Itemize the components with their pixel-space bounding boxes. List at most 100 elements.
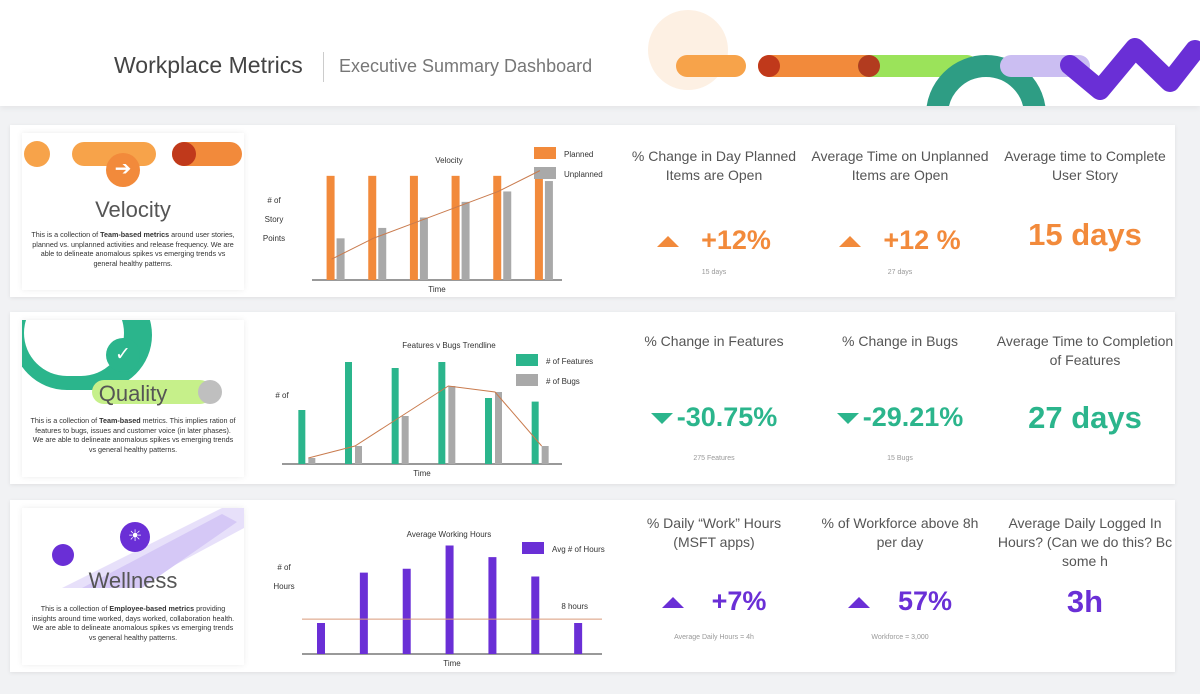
legend-label: Planned bbox=[564, 150, 593, 159]
page-title: Workplace Metrics bbox=[114, 52, 303, 78]
legend-label: Unplanned bbox=[564, 170, 603, 179]
metric-label: Average time to Complete User Story bbox=[1004, 148, 1166, 183]
wellness-title: Wellness bbox=[88, 568, 178, 593]
metric-note: Workforce = 3,000 bbox=[871, 634, 929, 641]
metric-value: 27 days bbox=[1028, 400, 1142, 435]
bar--of-bugs bbox=[541, 446, 549, 464]
legend-label: # of Features bbox=[546, 357, 593, 366]
metric-bugs: % Change in Bugs -29.21% 15 Bugs bbox=[810, 312, 990, 484]
metric-label: % of Workforce above 8h per day bbox=[821, 515, 979, 550]
velocity-row: ➔ Velocity This is a collection of Team-… bbox=[10, 125, 1175, 297]
metric-note: 275 Features bbox=[693, 455, 735, 462]
triangle-up-icon bbox=[839, 236, 862, 248]
wellness-chart: Average Working Hours Time # of Hours Avg # … bbox=[244, 500, 624, 672]
metric-workforce-above-8h: % of Workforce above 8h per day 57% Work… bbox=[810, 500, 990, 672]
header-bar: Workplace Metrics Executive Summary Dash… bbox=[0, 0, 1200, 106]
bar--of-bugs bbox=[355, 446, 362, 464]
legend-swatch bbox=[534, 147, 556, 159]
metric-label: % Change in Features bbox=[644, 333, 784, 349]
title-divider bbox=[323, 52, 324, 82]
bar--of-bugs bbox=[448, 386, 456, 464]
bar--of-features bbox=[391, 368, 399, 464]
bar-planned bbox=[451, 175, 460, 280]
metric-label: Average Daily Logged In Hours? (Can we d… bbox=[997, 515, 1173, 569]
legend-swatch bbox=[522, 542, 544, 554]
bar--of-features bbox=[531, 401, 539, 464]
legend-swatch bbox=[516, 374, 538, 386]
triangle-up-icon bbox=[657, 236, 680, 248]
bar--of-features bbox=[438, 362, 446, 464]
header-decoration bbox=[640, 0, 1200, 106]
y-axis-label: Hours bbox=[273, 582, 294, 591]
bar--of-bugs bbox=[495, 392, 502, 464]
metric-label: % Change in Bugs bbox=[842, 333, 958, 349]
y-axis-label: # of bbox=[267, 196, 281, 205]
page-subtitle: Executive Summary Dashboard bbox=[339, 56, 593, 76]
legend-swatch bbox=[534, 167, 556, 179]
bar-avg-of-hours bbox=[402, 568, 411, 654]
metric-value: -30.75% bbox=[624, 402, 804, 433]
quality-card: ✓ Quality This is a collection of Team-b… bbox=[22, 320, 244, 477]
metric-value: 15 days bbox=[1028, 217, 1142, 252]
bar-unplanned bbox=[336, 238, 345, 280]
metric-value: +12% bbox=[624, 225, 804, 256]
triangle-up-icon bbox=[661, 597, 684, 609]
quality-row: ✓ Quality This is a collection of Team-b… bbox=[10, 312, 1175, 484]
metric-value: 57% bbox=[810, 586, 990, 617]
metric-value: +7% bbox=[624, 586, 804, 617]
bar-unplanned bbox=[503, 191, 512, 280]
metric-value: +12 % bbox=[810, 225, 990, 256]
legend-swatch bbox=[516, 354, 538, 366]
bar-unplanned bbox=[461, 201, 470, 280]
metric-note: 15 days bbox=[701, 269, 727, 276]
metric-work-hours: % Daily “Work” Hours (MSFT apps) +7% Ave… bbox=[624, 500, 804, 672]
legend-label: Avg # of Hours bbox=[552, 545, 605, 554]
x-axis-label: Time bbox=[413, 469, 431, 478]
x-axis-label: Time bbox=[428, 285, 446, 294]
legend-label: # of Bugs bbox=[546, 377, 580, 386]
metric-value: -29.21% bbox=[810, 402, 990, 433]
bar--of-features bbox=[298, 410, 306, 464]
metric-value: 3h bbox=[1066, 584, 1104, 619]
metric-completion-features: Average Time to Completion of Features 2… bbox=[995, 312, 1175, 484]
bar-planned bbox=[326, 175, 335, 280]
metric-note: 27 days bbox=[887, 269, 913, 276]
bar--of-bugs bbox=[308, 458, 316, 464]
velocity-title: Velocity bbox=[95, 197, 171, 222]
bar-planned bbox=[409, 175, 418, 280]
chart-title: Average Working Hours bbox=[407, 530, 492, 539]
triangle-down-icon bbox=[836, 413, 859, 425]
wellness-card: ☀ Wellness This is a collection of Emplo… bbox=[22, 508, 244, 665]
bar--of-bugs bbox=[401, 416, 409, 464]
sun-icon: ☀ bbox=[120, 522, 150, 552]
wellness-description: This is a collection of Employee-based m… bbox=[31, 604, 235, 642]
velocity-description: This is a collection of Team-based metri… bbox=[31, 230, 235, 268]
bar-planned bbox=[368, 175, 377, 280]
wellness-row: ☀ Wellness This is a collection of Emplo… bbox=[10, 500, 1175, 672]
y-axis-label: # of bbox=[277, 563, 291, 572]
checkmark-icon: ✓ bbox=[106, 338, 140, 372]
metric-planned-items: % Change in Day Planned Items are Open +… bbox=[624, 125, 804, 297]
triangle-up-icon bbox=[847, 597, 870, 609]
bar-avg-of-hours bbox=[531, 576, 540, 654]
bar-avg-of-hours bbox=[317, 623, 325, 654]
metric-label: % Change in Day Planned Items are Open bbox=[631, 148, 797, 183]
bar-planned bbox=[534, 175, 543, 280]
reference-line-label: 8 hours bbox=[561, 602, 588, 611]
bar-avg-of-hours bbox=[359, 572, 368, 654]
quality-description: This is a collection of Team-based metri… bbox=[30, 416, 236, 454]
quality-chart: Features v Bugs Trendline Time # of # of Fe… bbox=[244, 312, 624, 484]
metric-label: Average Time on Unplanned Items are Open bbox=[811, 148, 989, 183]
metric-note: 15 Bugs bbox=[887, 455, 913, 462]
bar--of-features bbox=[485, 398, 492, 464]
x-axis-label: Time bbox=[443, 659, 461, 668]
chart-title: Features v Bugs Trendline bbox=[402, 341, 496, 350]
metric-logged-hours: Average Daily Logged In Hours? (Can we d… bbox=[995, 500, 1175, 672]
triangle-down-icon bbox=[650, 413, 673, 425]
bar-unplanned bbox=[544, 181, 553, 280]
bar-unplanned bbox=[419, 217, 428, 280]
metric-features: % Change in Features -30.75% 275 Feature… bbox=[624, 312, 804, 484]
arrow-right-icon: ➔ bbox=[106, 153, 140, 187]
y-axis-label: Points bbox=[263, 234, 285, 243]
trendline bbox=[308, 385, 543, 459]
